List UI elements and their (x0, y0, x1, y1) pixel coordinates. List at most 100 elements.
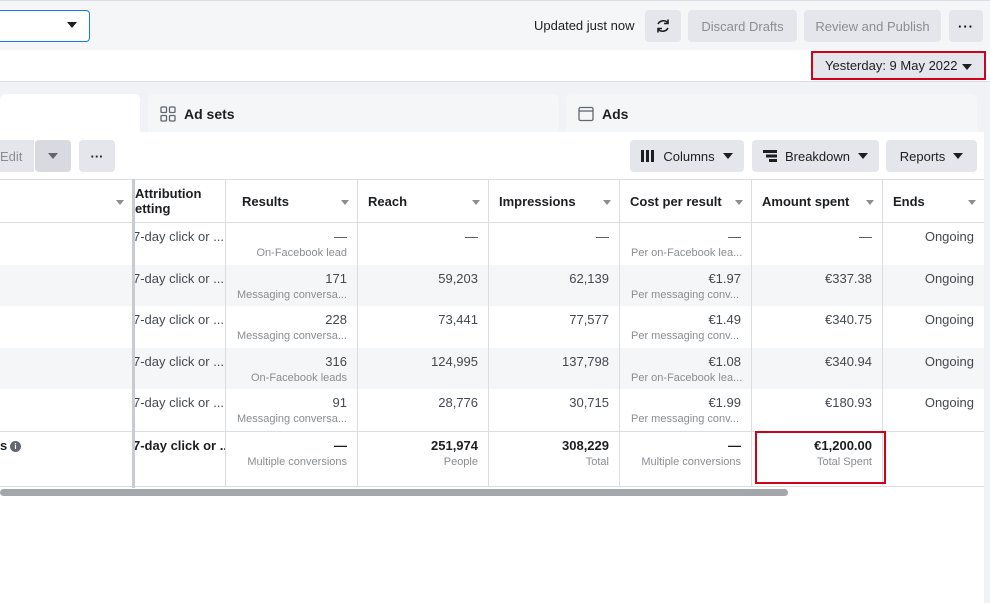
header-attribution[interactable]: Attribution etting (133, 179, 226, 223)
campaign-dropdown[interactable] (0, 10, 90, 42)
more-options-button[interactable]: ··· (949, 10, 983, 42)
cost-subtext: Per on-Facebook lea... (631, 371, 743, 384)
sort-icon (116, 200, 124, 205)
edit-button[interactable]: Edit (0, 140, 34, 172)
cost-subtext: Per messaging conv... (631, 288, 740, 301)
header-cost-label: Cost per result (630, 193, 722, 209)
total-impressions-value: 308,229 (562, 437, 609, 453)
cost-value: €1.08 (708, 353, 741, 369)
results-value: 316 (325, 353, 347, 369)
results-subtext: Messaging conversa... (236, 413, 347, 425)
table-cell-spent: €340.94 (752, 347, 883, 389)
header-ends[interactable]: Ends (883, 179, 984, 223)
table-cell-spent: — (752, 223, 883, 265)
sort-icon (968, 200, 976, 205)
reports-label: Reports (899, 148, 946, 164)
info-icon[interactable]: i (10, 440, 21, 452)
header-reach-label: Reach (368, 193, 408, 209)
cost-value: €1.49 (708, 312, 741, 327)
table-cell-name[interactable] (0, 389, 133, 431)
chevron-down-icon (962, 64, 972, 70)
sort-icon (341, 200, 349, 205)
total-cell-cost: — Multiple conversions (620, 430, 752, 487)
table-cell-reach: 59,203 (358, 264, 489, 306)
tab-ads-label: Ads (602, 106, 629, 122)
reports-button[interactable]: Reports (886, 140, 977, 172)
table-cell-impressions: — (489, 223, 620, 265)
header-reach[interactable]: Reach (358, 179, 489, 223)
table-cell-impressions: 137,798 (489, 347, 620, 389)
breakdown-button[interactable]: Breakdown (752, 140, 879, 172)
ends-value: Ongoing (924, 270, 974, 286)
total-reach-value: 251,974 (431, 437, 478, 453)
table-cell-reach: — (358, 223, 489, 265)
table-cell-spent: €340.75 (752, 306, 883, 348)
table-cell-cost: — Per on-Facebook lea... (620, 223, 752, 265)
tab-ad-sets-label: Ad sets (184, 106, 235, 122)
columns-label: Columns (663, 148, 715, 164)
header-spent-label: Amount spent (762, 193, 850, 209)
spent-value: €180.93 (825, 395, 872, 410)
header-results[interactable]: Results (226, 179, 358, 223)
table-cell-attribution: 7-day click or ... (133, 347, 226, 389)
total-cell-ends (883, 430, 984, 487)
header-cost-per-result[interactable]: Cost per result (620, 179, 752, 223)
table-cell-name[interactable] (0, 264, 133, 306)
impressions-value: 62,139 (569, 270, 609, 286)
total-cell-name: si (0, 430, 133, 487)
attribution-value: 7-day click or ... (133, 270, 225, 286)
chevron-down-icon (48, 153, 58, 159)
header-impressions[interactable]: Impressions (489, 179, 620, 223)
table-cell-spent: €180.93 (752, 389, 883, 431)
impressions-value: 137,798 (562, 353, 609, 369)
table-cell-cost: €1.97 Per messaging conv... (620, 264, 752, 306)
chevron-down-icon (67, 22, 77, 28)
impressions-value: 77,577 (569, 312, 609, 327)
discard-drafts-button[interactable]: Discard Drafts (688, 10, 797, 42)
table-cell-name[interactable] (0, 347, 133, 389)
header-amount-spent[interactable]: Amount spent (752, 179, 883, 223)
ends-value: Ongoing (924, 312, 974, 327)
total-results-subtext: Multiple conversions (247, 455, 347, 468)
ad-frame-icon (578, 106, 594, 122)
tab-ads[interactable]: Ads (566, 94, 977, 134)
tab-campaigns[interactable] (0, 94, 140, 134)
amount-spent-highlight (755, 431, 886, 484)
frozen-column-divider (132, 179, 135, 488)
toolbar-more-button[interactable]: ··· (79, 140, 115, 172)
table-cell-impressions: 30,715 (489, 389, 620, 431)
table-cell-ends: Ongoing (883, 347, 984, 389)
results-value: — (334, 229, 347, 244)
breakdown-label: Breakdown (784, 148, 851, 164)
table-cell-results: — On-Facebook lead (226, 223, 358, 265)
header-attribution-line1: Attribution (135, 186, 202, 201)
table-cell-impressions: 77,577 (489, 306, 620, 348)
ends-value: Ongoing (924, 395, 974, 410)
ends-value: Ongoing (924, 229, 974, 244)
review-publish-button[interactable]: Review and Publish (804, 10, 941, 42)
table-cell-attribution: 7-day click or ... (133, 306, 226, 348)
refresh-button[interactable] (645, 10, 681, 42)
total-reach-subtext: People (443, 455, 478, 468)
table-cell-results: 228 Messaging conversa... (226, 306, 358, 348)
table-cell-impressions: 62,139 (489, 264, 620, 306)
edit-dropdown-button[interactable] (35, 140, 71, 172)
header-name-column[interactable] (0, 179, 133, 223)
total-label: s (0, 437, 8, 453)
impressions-value: 30,715 (569, 395, 609, 410)
attribution-value: 7-day click or ... (133, 395, 225, 410)
grid-icon (160, 106, 176, 122)
results-subtext: Messaging conversa... (236, 330, 347, 342)
table-cell-cost: €1.99 Per messaging conv... (620, 389, 752, 431)
updated-status: Updated just now (534, 18, 635, 33)
tab-ad-sets[interactable]: Ad sets (148, 94, 559, 134)
table-cell-reach: 73,441 (358, 306, 489, 348)
horizontal-scrollbar[interactable] (0, 489, 788, 496)
total-cell-impressions: 308,229 Total (489, 430, 620, 487)
columns-button[interactable]: Columns (630, 140, 744, 172)
results-value: 228 (325, 312, 347, 327)
table-cell-name[interactable] (0, 306, 133, 348)
header-attribution-line2: etting (135, 201, 171, 216)
table-cell-name[interactable] (0, 223, 133, 265)
date-range-picker[interactable]: Yesterday: 9 May 2022 (811, 51, 986, 80)
